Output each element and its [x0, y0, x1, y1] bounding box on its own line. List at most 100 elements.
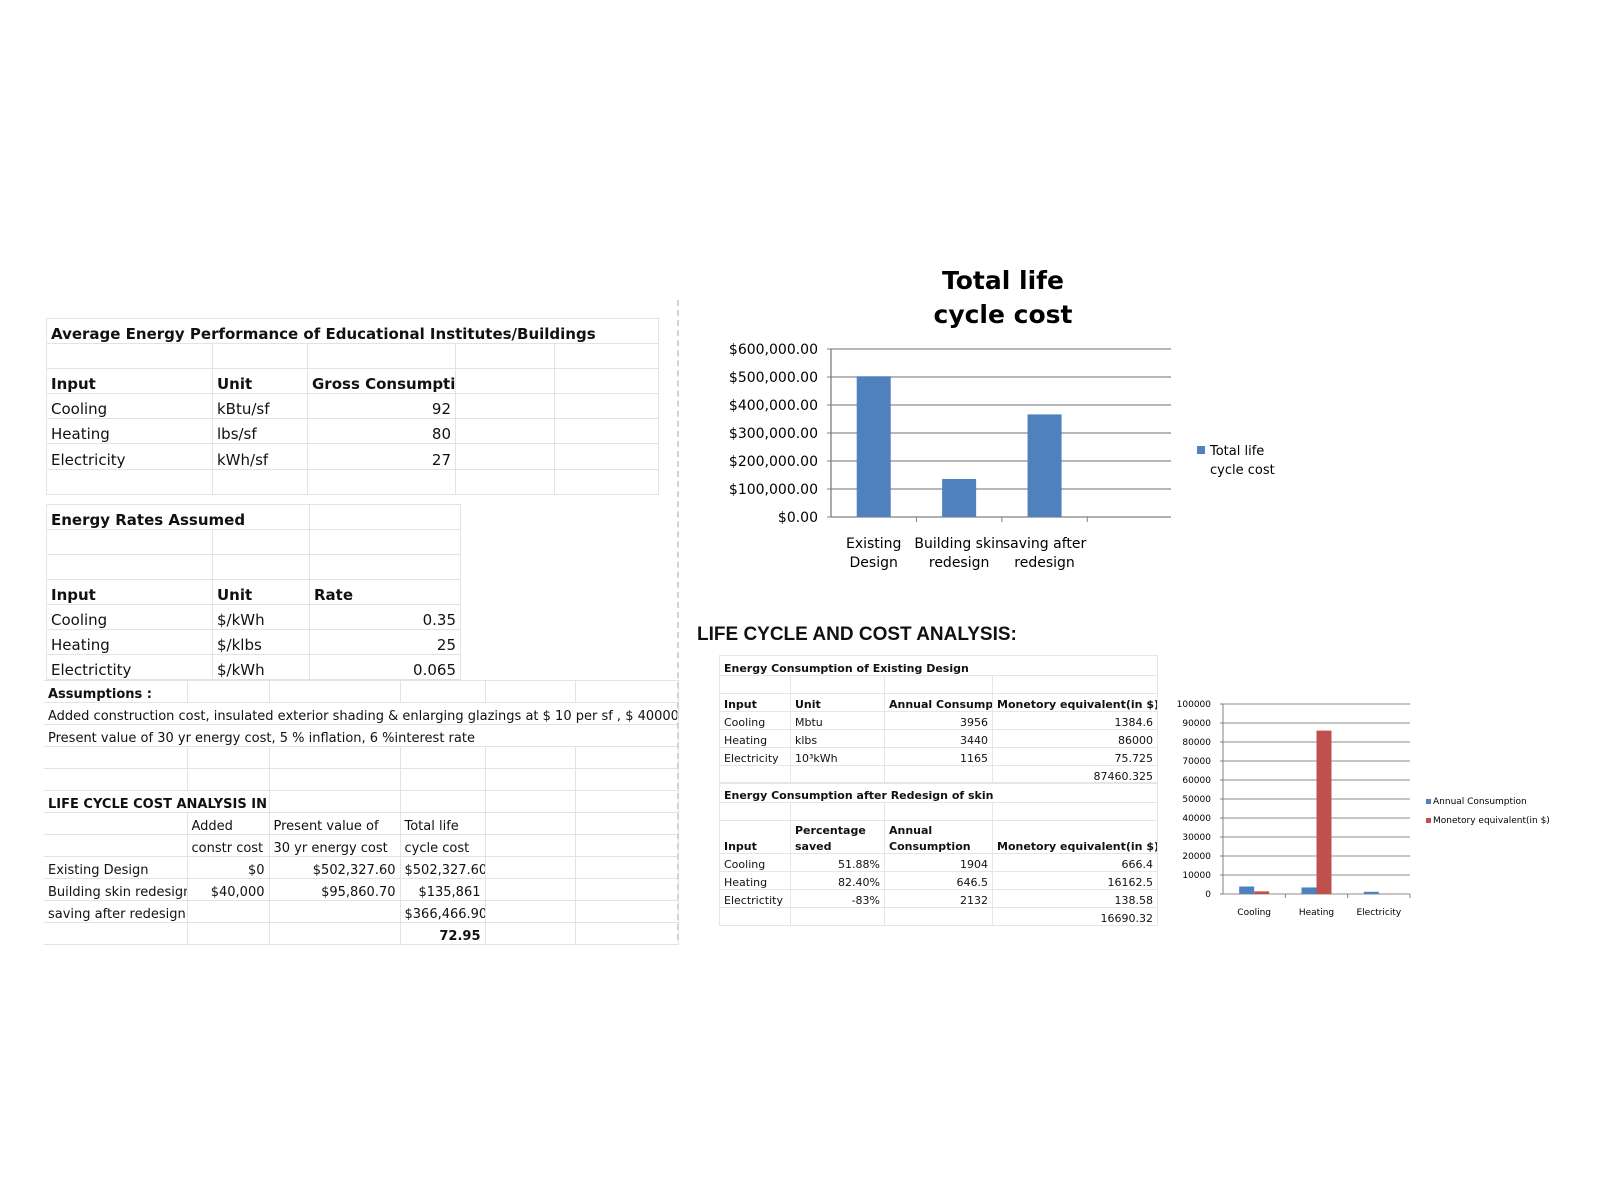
table-row: Heating 82.40% 646.5 16162.5 [719, 871, 1159, 890]
y-tick-label: 100000 [1177, 700, 1212, 710]
redesign-title: Energy Consumption after Redesign of ski… [718, 782, 1159, 803]
col-header: Unit [212, 368, 308, 394]
cell: Cooling [46, 604, 213, 630]
legend-label: Annual Consumption [1433, 797, 1527, 807]
cell: saving after redesign [44, 900, 188, 923]
avg-energy-title: Average Energy Performance of Educationa… [45, 318, 660, 344]
col-header: Input [719, 837, 791, 854]
cell: lbs/sf [212, 418, 308, 444]
cell: 82.40% [790, 871, 885, 890]
col-header: Input [719, 693, 791, 712]
table-row: Electricity 10³kWh 1165 75.725 [719, 747, 1158, 766]
table-row: Cooling 51.88% 1904 666.4 [719, 853, 1159, 872]
lcc-header-row-1: Added Present value of Total life [44, 812, 679, 835]
x-tick-label: Building skin [914, 536, 1003, 552]
cell: Cooling [719, 853, 791, 872]
y-tick-label: 90000 [1182, 719, 1211, 729]
col-header: Input [46, 368, 213, 394]
y-tick-label: $100,000.00 [729, 482, 818, 498]
cell: 3440 [884, 729, 993, 748]
col-header: constr cost [186, 834, 270, 857]
cell: $135,861 [399, 878, 486, 901]
y-tick-label: $500,000.00 [729, 370, 818, 386]
col-header: Monetory equivalent(in $) [992, 693, 1158, 712]
legend-swatch [1197, 446, 1205, 454]
assumptions-line-1: Added construction cost, insulated exter… [44, 702, 679, 725]
col-header: Total life [399, 812, 486, 835]
cell: Electricity [46, 443, 213, 470]
cell: $/klbs [212, 629, 310, 655]
table-row: Electrictity $/kWh 0.065 [46, 654, 461, 680]
cell: $502,327.60 [399, 856, 486, 879]
bar [1027, 414, 1062, 517]
bar [1254, 891, 1270, 894]
table-row: 72.95 [44, 922, 679, 945]
x-tick-label: saving after [1003, 536, 1087, 552]
cell: 0.35 [309, 604, 461, 630]
redesign-total: 16690.32 [991, 907, 1159, 926]
table-row: Electrictity -83% 2132 138.58 [719, 889, 1159, 908]
cell: 80 [307, 418, 456, 444]
assumptions-line-2: Present value of 30 yr energy cost, 5 % … [44, 724, 679, 747]
cell: 1165 [884, 747, 993, 766]
cell: 2132 [884, 889, 993, 908]
column-divider [677, 300, 679, 940]
cell: 3956 [884, 711, 993, 730]
table-row: Cooling Mbtu 3956 1384.6 [719, 711, 1158, 730]
lcc-header-row-2: constr cost 30 yr energy cost cycle cost [44, 834, 679, 857]
cell: $366,466.90 [399, 900, 486, 923]
lcc-table: Assumptions : Added construction cost, i… [44, 680, 679, 945]
energy-rates-title: Energy Rates Assumed [46, 504, 310, 530]
y-tick-label: $0.00 [778, 510, 818, 526]
table-row: Cooling $/kWh 0.35 [46, 604, 461, 630]
y-tick-label: $200,000.00 [729, 454, 818, 470]
existing-total: 87460.325 [992, 765, 1158, 784]
cell: $/kWh [212, 604, 310, 630]
table-row: saving after redesign $366,466.90 [44, 900, 679, 923]
cell: kBtu/sf [212, 393, 308, 419]
cell [268, 900, 401, 923]
cell: 25 [309, 629, 461, 655]
col-header: Percentage [790, 820, 885, 837]
bar [856, 376, 891, 517]
x-tick-label: Cooling [1237, 908, 1271, 918]
y-tick-label: $300,000.00 [729, 426, 818, 442]
legend-swatch [1426, 799, 1431, 804]
cell: 51.88% [790, 853, 885, 872]
total-lcc-chart: Total life cycle cost $600,000.00 $500,00… [729, 266, 1275, 571]
lcc-total: 72.95 [399, 922, 486, 945]
cell: 138.58 [991, 889, 1159, 908]
cell: Electricity [719, 747, 791, 766]
legend-label-line-2: cycle cost [1210, 463, 1275, 478]
bar [1301, 887, 1317, 894]
cell: Building skin redesign [44, 878, 188, 901]
y-tick-label: $400,000.00 [729, 398, 818, 414]
chart-title-line-1: Total life [942, 266, 1064, 295]
table-row: Existing Design $0 $502,327.60 $502,327.… [44, 856, 679, 879]
existing-title: Energy Consumption of Existing Design [719, 655, 1158, 676]
avg-energy-header-row: Input Unit Gross Consumption [46, 368, 660, 394]
cell: kWh/sf [212, 443, 308, 470]
cell: $502,327.60 [268, 856, 401, 879]
cell: Heating [46, 629, 213, 655]
table-row: Cooling kBtu/sf 92 [46, 393, 660, 419]
y-tick-label: 50000 [1182, 795, 1211, 805]
cell: 27 [307, 443, 456, 470]
table-row: Heating klbs 3440 86000 [719, 729, 1158, 748]
table-row: Heating lbs/sf 80 [46, 418, 660, 444]
col-header [991, 820, 1159, 837]
assumptions-title: Assumptions : [44, 680, 188, 703]
x-tick-label: Heating [1299, 908, 1334, 918]
col-header: Rate [309, 579, 461, 605]
col-header: 30 yr energy cost [268, 834, 401, 857]
cell: $0 [186, 856, 270, 879]
cell: Existing Design [44, 856, 188, 879]
cell [186, 900, 270, 923]
cell: klbs [790, 729, 885, 748]
cell: 92 [307, 393, 456, 419]
cell: Electrictity [719, 889, 791, 908]
table-row: 16690.32 [719, 907, 1159, 926]
bar [1363, 891, 1379, 894]
y-tick-label: 40000 [1182, 814, 1211, 824]
legend-swatch [1426, 818, 1431, 823]
